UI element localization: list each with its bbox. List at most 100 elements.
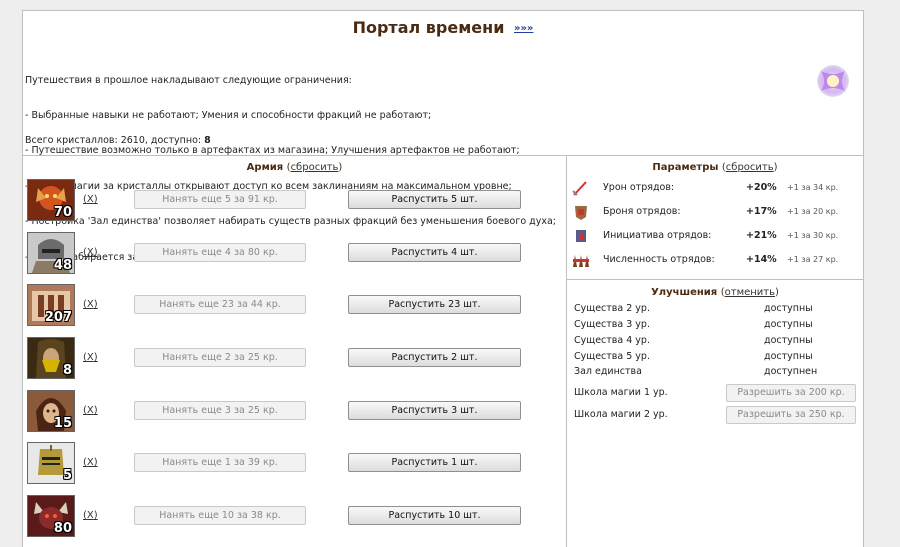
remove-unit-link[interactable]: X [87, 299, 94, 310]
param-row: Броня отрядов: +17% +1 за 20 кр. [571, 203, 861, 223]
army-heading: Армия (сбросить) [246, 162, 343, 173]
magic-school-name: Школа магии 1 ур. [574, 387, 668, 398]
army-unit-row: 80 (X) Нанять еще 10 за 38 кр. Распустит… [27, 495, 557, 539]
restriction-line: - Выбранные навыки не работают; Умения и… [25, 109, 432, 121]
army-unit-row: 48 (X) Нанять еще 4 за 80 кр. Распустить… [27, 232, 557, 276]
more-link[interactable]: »»» [514, 23, 533, 34]
unit-count: 70 [53, 205, 72, 220]
upgrade-status: доступны [764, 335, 813, 346]
unlock-magic-button[interactable]: Разрешить за 200 кр. [726, 384, 856, 402]
hire-button[interactable]: Нанять еще 23 за 44 кр. [134, 295, 306, 314]
sword-icon [571, 179, 591, 197]
unit-portrait[interactable]: 80 [27, 495, 75, 537]
param-name: Численность отрядов: [603, 254, 715, 265]
param-value: +20% [746, 182, 777, 193]
dismiss-button[interactable]: Распустить 1 шт. [348, 453, 521, 472]
dismiss-button[interactable]: Распустить 3 шт. [348, 401, 521, 420]
dismiss-button[interactable]: Распустить 10 шт. [348, 506, 521, 525]
unit-portrait[interactable]: 48 [27, 232, 75, 274]
unit-count: 80 [53, 521, 72, 536]
army-unit-row: 207 (X) Нанять еще 23 за 44 кр. Распусти… [27, 284, 557, 328]
hire-button[interactable]: Нанять еще 3 за 25 кр. [134, 401, 306, 420]
param-cost[interactable]: +1 за 30 кр. [787, 231, 838, 240]
remove-unit-link[interactable]: X [87, 457, 94, 468]
divider [566, 279, 863, 280]
upgrade-row: Существа 5 ур. доступны [574, 351, 864, 365]
dismiss-button[interactable]: Распустить 23 шт. [348, 295, 521, 314]
upgrade-row: Зал единства доступнен [574, 366, 864, 380]
param-row: Урон отрядов: +20% +1 за 34 кр. [571, 179, 861, 199]
params-title: Параметры [652, 162, 719, 173]
unit-count: 15 [53, 416, 72, 431]
upgrade-name: Существа 2 ур. [574, 303, 650, 314]
unit-count: 207 [44, 310, 72, 325]
magic-school-row: Школа магии 2 ур. Разрешить за 250 кр. [574, 406, 864, 424]
param-name: Инициатива отрядов: [603, 230, 712, 241]
param-row: Инициатива отрядов: +21% +1 за 30 кр. [571, 227, 861, 247]
crystals-available: 8 [204, 135, 211, 146]
param-row: Численность отрядов: +14% +1 за 27 кр. [571, 251, 861, 271]
upgrade-status: доступнен [764, 366, 818, 377]
upgrades-title: Улучшения [651, 287, 718, 298]
upgrade-name: Существа 3 ур. [574, 319, 650, 330]
army-title: Армия [246, 162, 284, 173]
upgrade-row: Существа 3 ур. доступны [574, 319, 864, 333]
upgrades-cancel-link[interactable]: отменить [725, 287, 775, 298]
remove-unit-link[interactable]: X [87, 405, 94, 416]
divider [566, 155, 567, 547]
unit-portrait[interactable]: 15 [27, 390, 75, 432]
param-value: +14% [746, 254, 777, 265]
remove-unit-link[interactable]: X [87, 194, 94, 205]
portal-icon [815, 63, 851, 99]
unit-portrait[interactable]: 5 [27, 442, 75, 484]
param-cost[interactable]: +1 за 20 кр. [787, 207, 838, 216]
param-value: +21% [746, 230, 777, 241]
params-heading: Параметры (сбросить) [652, 162, 778, 173]
army-unit-row: 5 (X) Нанять еще 1 за 39 кр. Распустить … [27, 442, 557, 486]
unit-portrait[interactable]: 207 [27, 284, 75, 326]
param-name: Урон отрядов: [603, 182, 675, 193]
param-value: +17% [746, 206, 777, 217]
unit-portrait[interactable]: 70 [27, 179, 75, 221]
hire-button[interactable]: Нанять еще 4 за 80 кр. [134, 243, 306, 262]
crystals-summary: Всего кристаллов: 2610, доступно: 8 [25, 135, 211, 146]
upgrade-status: доступны [764, 303, 813, 314]
upgrade-row: Существа 2 ур. доступны [574, 303, 864, 317]
hire-button[interactable]: Нанять еще 2 за 25 кр. [134, 348, 306, 367]
hire-button[interactable]: Нанять еще 1 за 39 кр. [134, 453, 306, 472]
crystals-label: Всего кристаллов: 2610, доступно: [25, 135, 202, 146]
remove-unit-link[interactable]: X [87, 510, 94, 521]
dismiss-button[interactable]: Распустить 5 шт. [348, 190, 521, 209]
param-name: Броня отрядов: [603, 206, 681, 217]
params-reset-link[interactable]: сбросить [726, 162, 774, 173]
armor-icon [571, 203, 591, 221]
army-unit-row: 70 (X) Нанять еще 5 за 91 кр. Распустить… [27, 179, 557, 223]
divider [23, 155, 863, 156]
unit-count: 48 [53, 258, 72, 273]
upgrade-status: доступны [764, 351, 813, 362]
army-reset-link[interactable]: сбросить [291, 162, 339, 173]
army-unit-row: 8 (X) Нанять еще 2 за 25 кр. Распустить … [27, 337, 557, 381]
upgrade-name: Зал единства [574, 366, 642, 377]
hire-button[interactable]: Нанять еще 10 за 38 кр. [134, 506, 306, 525]
remove-unit-link[interactable]: X [87, 247, 94, 258]
troops-icon [571, 251, 591, 269]
param-cost[interactable]: +1 за 27 кр. [787, 255, 838, 264]
upgrades-heading: Улучшения (отменить) [651, 287, 779, 298]
unlock-magic-button[interactable]: Разрешить за 250 кр. [726, 406, 856, 424]
portal-panel: Портал времени »»» Путешествия в прошлое… [22, 10, 864, 547]
unit-portrait[interactable]: 8 [27, 337, 75, 379]
upgrade-row: Существа 4 ур. доступны [574, 335, 864, 349]
unit-count: 5 [62, 468, 72, 483]
dismiss-button[interactable]: Распустить 2 шт. [348, 348, 521, 367]
remove-unit-link[interactable]: X [87, 352, 94, 363]
magic-school-row: Школа магии 1 ур. Разрешить за 200 кр. [574, 384, 864, 402]
param-cost[interactable]: +1 за 34 кр. [787, 183, 838, 192]
upgrade-status: доступны [764, 319, 813, 330]
initiative-icon [571, 227, 591, 245]
restriction-line: Путешествия в прошлое накладывают следую… [25, 74, 352, 86]
unit-count: 8 [62, 363, 72, 378]
hire-button[interactable]: Нанять еще 5 за 91 кр. [134, 190, 306, 209]
dismiss-button[interactable]: Распустить 4 шт. [348, 243, 521, 262]
upgrade-name: Существа 4 ур. [574, 335, 650, 346]
